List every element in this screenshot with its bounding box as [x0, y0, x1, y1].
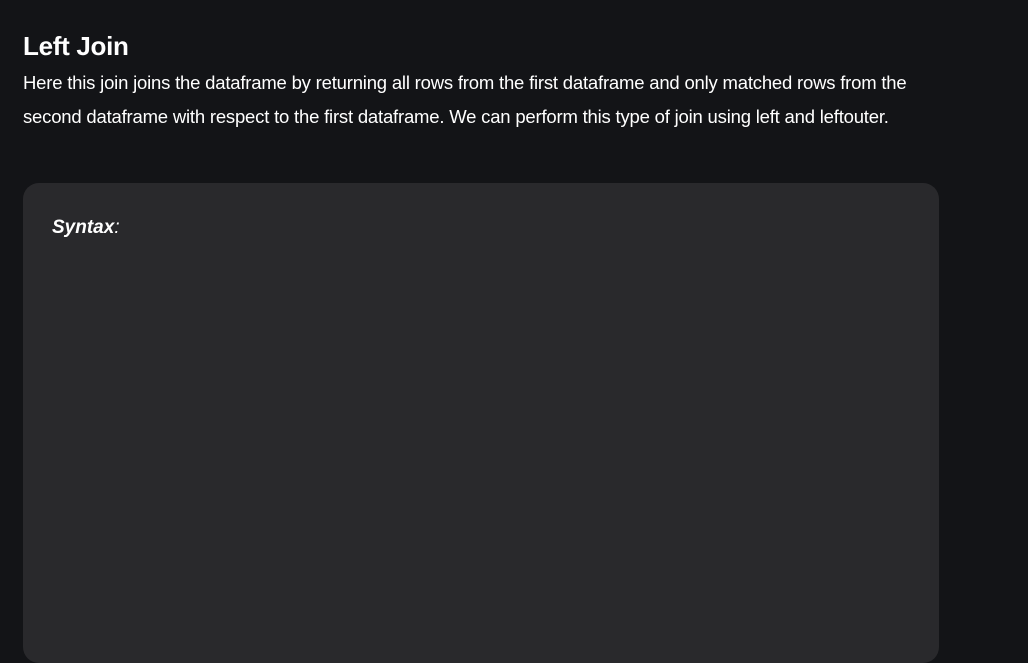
article-section: Left Join Here this join joins the dataf… [23, 28, 939, 134]
syntax-code-box: Syntax: [23, 183, 939, 663]
syntax-colon: : [114, 217, 120, 238]
section-title: Left Join [23, 31, 129, 61]
section-description: Here this join joins the dataframe by re… [23, 72, 907, 127]
syntax-heading: Syntax: [52, 217, 120, 239]
syntax-label: Syntax [52, 217, 115, 238]
